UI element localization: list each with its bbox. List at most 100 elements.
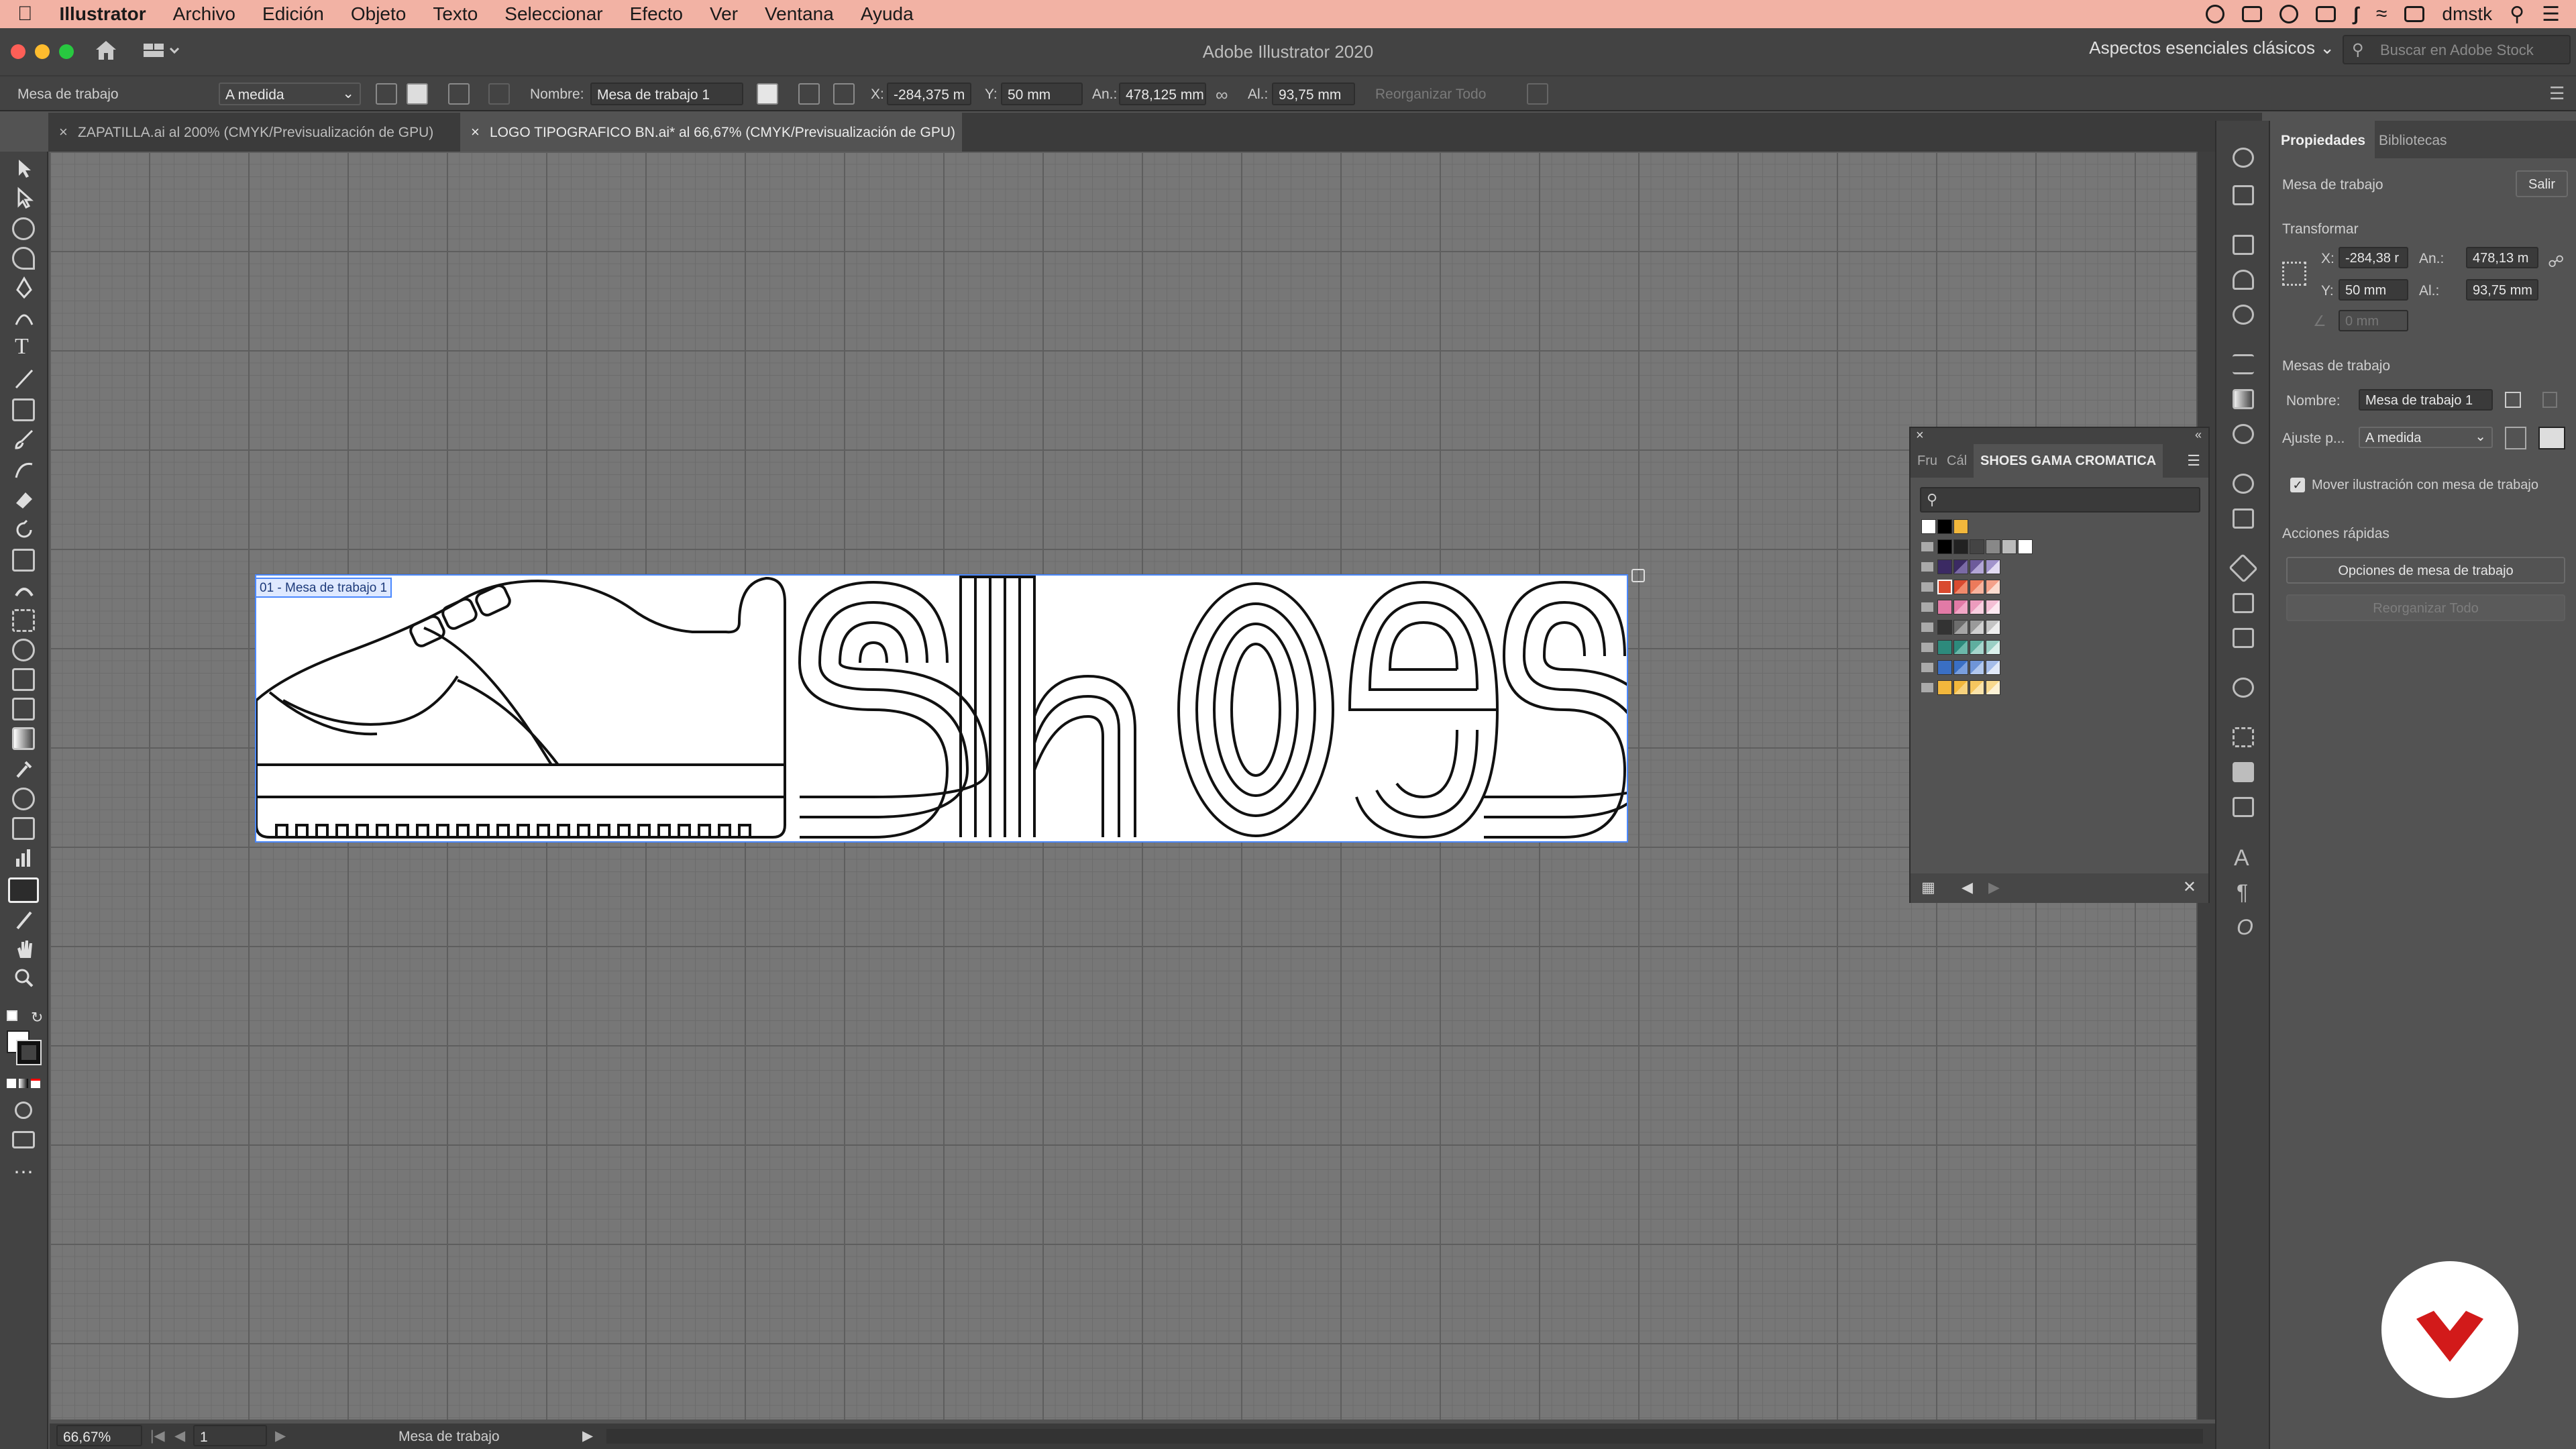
y-input[interactable]: 50 mm bbox=[2339, 279, 2408, 301]
swatch-pink-2[interactable] bbox=[1953, 600, 1968, 614]
constrain-proportions-icon[interactable]: ☍ bbox=[2548, 252, 2564, 272]
display-icon[interactable] bbox=[2242, 6, 2263, 22]
height-input[interactable]: 93,75 mm bbox=[1272, 83, 1355, 105]
export-icon[interactable] bbox=[2233, 593, 2254, 613]
height-input[interactable]: 93,75 mm bbox=[2466, 279, 2538, 301]
swatch-yellow-4[interactable] bbox=[1986, 680, 2000, 695]
color-mode-button[interactable] bbox=[7, 1079, 16, 1088]
eyedropper-tool-icon[interactable] bbox=[13, 757, 35, 780]
horizontal-scrollbar[interactable] bbox=[606, 1429, 2203, 1444]
menu-texto[interactable]: Texto bbox=[433, 3, 478, 25]
menu-edicion[interactable]: Edición bbox=[262, 3, 324, 25]
tab-bibliotecas[interactable]: Bibliotecas bbox=[2369, 121, 2457, 158]
swatch-libraries-icon[interactable]: ▦ bbox=[1921, 879, 1935, 896]
artboard-name-input[interactable]: Mesa de trabajo 1 bbox=[590, 83, 743, 105]
swatch-pink[interactable] bbox=[1937, 600, 1952, 614]
swatch-gold[interactable] bbox=[1953, 519, 1968, 534]
zoom-select[interactable]: 66,67% bbox=[56, 1425, 142, 1446]
folder-icon[interactable] bbox=[1921, 683, 1933, 692]
workspace-switcher[interactable]: Aspectos esenciales clásicos ⌄ bbox=[2089, 38, 2334, 58]
folder-icon[interactable] bbox=[1921, 542, 1933, 551]
artboard-number-select[interactable]: 1 bbox=[193, 1425, 267, 1446]
line-tool-icon[interactable] bbox=[13, 368, 35, 390]
pathfinder-icon[interactable] bbox=[2233, 762, 2254, 782]
close-icon[interactable]: × bbox=[59, 123, 68, 141]
tab-propiedades[interactable]: Propiedades bbox=[2271, 121, 2375, 158]
folder-icon[interactable] bbox=[1921, 643, 1933, 652]
width-tool-icon[interactable] bbox=[13, 578, 35, 601]
tab-zapatilla[interactable]: × ZAPATILLA.ai al 200% (CMYK/Previsualiz… bbox=[48, 113, 460, 152]
next-icon[interactable]: ▶ bbox=[1988, 879, 2000, 896]
artboard-name-input[interactable]: Mesa de trabajo 1 bbox=[2359, 389, 2493, 411]
swatch-blue[interactable] bbox=[1937, 660, 1952, 675]
gradient-mode-button[interactable] bbox=[19, 1079, 28, 1088]
swatch-yellow-3[interactable] bbox=[1970, 680, 1984, 695]
direct-selection-tool-icon[interactable] bbox=[13, 186, 35, 209]
folder-icon[interactable] bbox=[1921, 562, 1933, 572]
stock-search-input[interactable]: Buscar en Adobe Stock ⚲ bbox=[2343, 35, 2571, 64]
prev-icon[interactable]: ◀ bbox=[1962, 879, 1973, 896]
reference-point-icon[interactable] bbox=[833, 83, 855, 105]
spotlight-icon[interactable]: ⚲ bbox=[2510, 3, 2524, 26]
swatch-red-4[interactable] bbox=[1986, 580, 2000, 594]
symbols-icon[interactable] bbox=[2233, 305, 2254, 325]
fit-preset-select[interactable]: A medida ⌄ bbox=[2359, 427, 2493, 448]
panel-menu-icon[interactable]: ☰ bbox=[2549, 83, 2565, 104]
zoom-tool-icon[interactable] bbox=[13, 967, 35, 990]
menu-efecto[interactable]: Efecto bbox=[630, 3, 683, 25]
swatch-white[interactable] bbox=[2018, 539, 2033, 554]
mesh-tool-icon[interactable] bbox=[12, 698, 35, 720]
type-tool-icon[interactable]: T bbox=[15, 334, 29, 360]
eraser-tool-icon[interactable] bbox=[13, 488, 35, 511]
delete-artboard-icon[interactable] bbox=[2542, 392, 2557, 408]
swatch-grey-3[interactable] bbox=[1970, 620, 1984, 635]
swatch-pink-3[interactable] bbox=[1970, 600, 1984, 614]
menu-archivo[interactable]: Archivo bbox=[173, 3, 235, 25]
swatch-grey-group[interactable] bbox=[1937, 620, 1952, 635]
swatch-teal-3[interactable] bbox=[1970, 640, 1984, 655]
curvature-tool-icon[interactable] bbox=[13, 306, 35, 329]
swatch-teal[interactable] bbox=[1937, 640, 1952, 655]
status-mode[interactable]: Mesa de trabajo bbox=[398, 1429, 500, 1445]
delete-artboard-button[interactable] bbox=[488, 83, 510, 105]
tab-shoes-gama-cromatica[interactable]: SHOES GAMA CROMATICA bbox=[1974, 444, 2163, 478]
control-center-icon[interactable]: ☰ bbox=[2542, 3, 2560, 26]
portrait-icon[interactable] bbox=[2505, 427, 2526, 449]
free-transform-tool-icon[interactable] bbox=[12, 609, 35, 632]
swap-fill-stroke-icon[interactable]: ↻ bbox=[31, 1009, 43, 1026]
color-guide-icon[interactable] bbox=[2233, 678, 2254, 698]
libraries-icon[interactable] bbox=[2233, 148, 2254, 168]
transparency-icon[interactable] bbox=[2233, 424, 2254, 444]
stroke-color-swatch[interactable] bbox=[16, 1040, 42, 1065]
appearance-icon[interactable] bbox=[2233, 474, 2254, 494]
menu-app-name[interactable]: Illustrator bbox=[60, 3, 146, 25]
landscape-orientation-button[interactable] bbox=[407, 83, 428, 105]
apple-icon[interactable]:  bbox=[17, 3, 33, 25]
symbol-sprayer-tool-icon[interactable] bbox=[12, 817, 35, 840]
transform-panel-icon[interactable] bbox=[2233, 727, 2254, 747]
bluetooth-icon[interactable]: ∫ bbox=[2353, 3, 2359, 25]
swatch-blue-2[interactable] bbox=[1953, 660, 1968, 675]
collapse-icon[interactable]: « bbox=[2195, 428, 2202, 442]
wifi-icon[interactable]: ≈ bbox=[2376, 3, 2387, 25]
swatch-red-3[interactable] bbox=[1970, 580, 1984, 594]
graphic-styles-icon[interactable] bbox=[2233, 508, 2254, 529]
swatch-yellow-2[interactable] bbox=[1953, 680, 1968, 695]
swatch-grey[interactable] bbox=[1986, 539, 2000, 554]
width-input[interactable]: 478,125 mm bbox=[1119, 83, 1206, 105]
swatch-teal-2[interactable] bbox=[1953, 640, 1968, 655]
menu-user[interactable]: dmstk bbox=[2442, 3, 2492, 25]
swatch-grey-4[interactable] bbox=[1986, 620, 2000, 635]
status-menu-arrow[interactable]: ▶ bbox=[582, 1428, 593, 1444]
rectangle-tool-icon[interactable] bbox=[12, 398, 35, 421]
drawing-mode-icon[interactable] bbox=[15, 1102, 32, 1119]
folder-icon[interactable] bbox=[1921, 663, 1933, 672]
portrait-orientation-button[interactable] bbox=[376, 83, 397, 105]
default-fill-stroke-icon[interactable] bbox=[7, 1010, 17, 1021]
folder-icon[interactable] bbox=[1921, 623, 1933, 632]
swatch-black[interactable] bbox=[1937, 539, 1952, 554]
selection-tool-icon[interactable] bbox=[13, 157, 35, 180]
screen-mode-icon[interactable] bbox=[12, 1131, 35, 1148]
more-tools-icon[interactable]: ⋯ bbox=[13, 1161, 34, 1184]
shaper-tool-icon[interactable] bbox=[13, 459, 35, 482]
